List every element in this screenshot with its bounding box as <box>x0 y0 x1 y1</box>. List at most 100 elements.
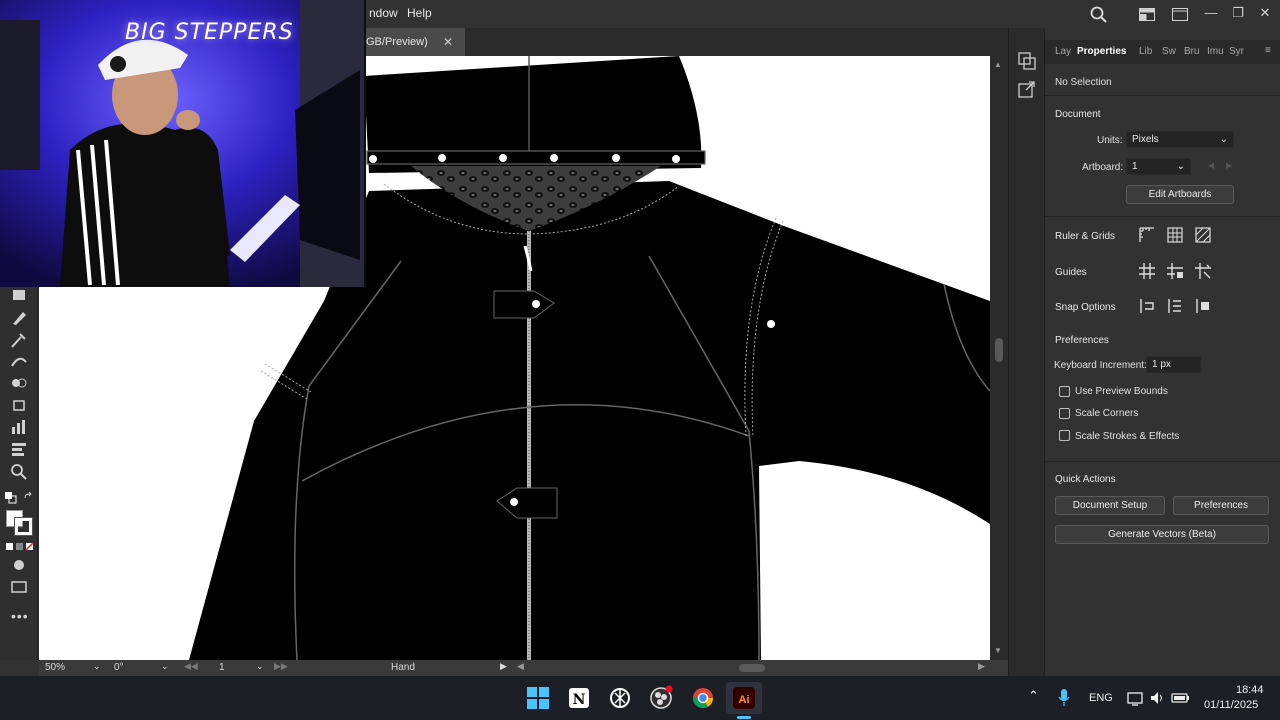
ruler-icon[interactable] <box>1138 226 1156 244</box>
default-colors-icon[interactable] <box>5 492 17 504</box>
units-select[interactable]: Pixels ⌄ <box>1126 131 1234 148</box>
minimize-icon[interactable]: — <box>1200 4 1222 22</box>
artboard-select[interactable]: 1 ⌄ <box>1126 158 1191 175</box>
artboard-value: 1 <box>1132 161 1138 172</box>
chrome-icon[interactable] <box>689 685 717 711</box>
rotation-value[interactable]: 0° <box>114 662 124 673</box>
divider <box>1045 95 1280 96</box>
stroke-color-swatch[interactable] <box>14 517 33 536</box>
preferences-button[interactable]: Preferences <box>1173 496 1269 515</box>
graph-tool-icon[interactable] <box>9 418 29 436</box>
tab-image[interactable]: Imu <box>1207 46 1224 57</box>
clock-date[interactable]: 01/11/2025 <box>1204 699 1258 711</box>
artboard-dropdown-icon[interactable]: ⌄ <box>256 661 264 672</box>
document-tab-title: GB/Preview) <box>366 36 428 48</box>
swap-colors-icon[interactable] <box>23 492 35 504</box>
microphone-icon[interactable] <box>1058 689 1070 707</box>
neon-sign-text: BIG STEPPERS <box>125 20 294 45</box>
color-mode-icons[interactable] <box>6 542 34 552</box>
tab-properties[interactable]: Properties <box>1077 46 1126 57</box>
language-indicator[interactable]: ENG <box>1089 692 1113 704</box>
tab-symbols[interactable]: Syr <box>1229 46 1244 57</box>
keyboard-increment-input[interactable]: 1 px <box>1146 356 1201 373</box>
tab-layers[interactable]: Lay <box>1055 46 1071 57</box>
horizontal-scroll-thumb[interactable] <box>739 664 765 672</box>
ruler-grids-title: Ruler & Grids <box>1055 231 1116 242</box>
panel-menu-icon[interactable]: ≡ <box>1265 45 1271 56</box>
zoom-level[interactable]: 50% <box>45 662 65 673</box>
smart-guides-icon[interactable] <box>1194 262 1212 280</box>
close-icon[interactable]: ✕ <box>1254 4 1276 22</box>
search-icon[interactable] <box>1090 6 1107 23</box>
illustrator-icon[interactable]: Ai <box>730 685 758 711</box>
tab-swatches[interactable]: Sw <box>1162 46 1176 57</box>
shape-builder-tool-icon[interactable] <box>9 374 29 392</box>
obs-icon[interactable] <box>647 685 675 711</box>
workspace-icon[interactable] <box>1172 8 1188 21</box>
menu-window[interactable]: ndow <box>369 6 398 20</box>
tab-brushes[interactable]: Bru <box>1184 46 1200 57</box>
blend-tool-icon[interactable] <box>9 352 29 370</box>
windows-start-icon[interactable] <box>524 685 552 711</box>
current-tool-label: Hand <box>391 662 415 673</box>
chatgpt-icon[interactable] <box>606 685 634 711</box>
volume-icon[interactable] <box>1149 690 1165 706</box>
scroll-down-icon[interactable]: ▼ <box>994 646 1002 655</box>
grid-icon[interactable] <box>1166 226 1184 244</box>
artboard-label: Artboard: <box>1082 162 1124 173</box>
zoom-tool-icon[interactable] <box>9 462 29 480</box>
align-tool-icon[interactable] <box>9 440 29 458</box>
vertical-scroll-thumb[interactable] <box>995 338 1003 362</box>
scale-corners-label: Scale Corners <box>1075 408 1139 419</box>
first-artboard-icon[interactable]: ◀◀ <box>184 661 198 672</box>
eyedropper-tool-icon[interactable] <box>9 330 29 348</box>
status-menu-icon[interactable]: ▶ <box>500 661 507 672</box>
restore-icon[interactable]: ❐ <box>1227 4 1249 22</box>
close-tab-icon[interactable]: ✕ <box>443 35 453 49</box>
show-hidden-icons[interactable]: ⌃ <box>1028 688 1039 704</box>
export-panel-icon[interactable] <box>1018 80 1036 98</box>
vertical-scrollbar[interactable]: ▲ ▼ <box>990 56 1008 660</box>
scale-strokes-effects-checkbox[interactable] <box>1059 430 1070 441</box>
transform-panel-icon[interactable] <box>1018 52 1036 70</box>
battery-icon[interactable] <box>1171 690 1191 706</box>
snap-to-grid-icon[interactable] <box>1166 297 1184 315</box>
snap-options-title: Snap Options <box>1055 302 1116 313</box>
snap-to-pixel-icon[interactable] <box>1194 297 1212 315</box>
windows-taskbar: N Ai ⌃ ENG 18:44 01/11/2025 <box>0 676 1280 720</box>
active-app-indicator <box>737 716 751 719</box>
show-guides-icon[interactable] <box>1138 262 1156 280</box>
more-tools-icon[interactable]: ••• <box>11 608 29 624</box>
edit-artboards-button[interactable]: Edit Artboards <box>1126 185 1234 204</box>
use-preview-bounds-label: Use Preview Bounds <box>1075 386 1168 397</box>
artboard-number[interactable]: 1 <box>219 662 225 673</box>
properties-panel: Lay Properties Lib Sw Bru Imu Syr ≡ No S… <box>1044 28 1280 676</box>
eraser-tool-icon[interactable] <box>9 286 29 304</box>
pen-tool-icon[interactable] <box>9 308 29 326</box>
zoom-dropdown-icon[interactable]: ⌄ <box>93 661 101 672</box>
use-preview-bounds-checkbox[interactable] <box>1059 386 1070 397</box>
menu-help[interactable]: Help <box>407 6 432 20</box>
scroll-up-icon[interactable]: ▲ <box>994 60 1002 69</box>
notion-icon[interactable]: N <box>565 685 593 711</box>
scroll-right-icon[interactable]: ▶ <box>978 661 985 672</box>
snap-to-point-icon[interactable] <box>1138 297 1156 315</box>
draw-mode-icon[interactable] <box>9 556 29 574</box>
screen-mode-icon[interactable] <box>9 578 29 596</box>
next-artboard-icon[interactable]: ▶ <box>1226 161 1232 170</box>
transparency-grid-icon[interactable] <box>1194 226 1212 244</box>
clock-time[interactable]: 18:44 <box>1236 684 1264 696</box>
network-icon[interactable] <box>1127 690 1143 706</box>
last-artboard-icon[interactable]: ▶▶ <box>274 661 288 672</box>
scale-corners-checkbox[interactable] <box>1059 408 1070 419</box>
previous-artboard-icon[interactable]: ◀ <box>1208 161 1214 170</box>
artboard-tool-icon[interactable] <box>9 396 29 414</box>
generate-vectors-button[interactable]: Generate Vectors (Beta) <box>1055 525 1269 544</box>
lock-guides-icon[interactable] <box>1166 262 1184 280</box>
tab-libraries[interactable]: Lib <box>1139 46 1152 57</box>
scroll-left-icon[interactable]: ◀ <box>517 661 524 672</box>
units-dropdown-icon: ⌄ <box>1219 134 1228 145</box>
arrange-documents-icon[interactable] <box>1139 8 1155 21</box>
rotation-dropdown-icon[interactable]: ⌄ <box>161 661 169 672</box>
document-setup-button[interactable]: Document Setup <box>1055 496 1165 515</box>
